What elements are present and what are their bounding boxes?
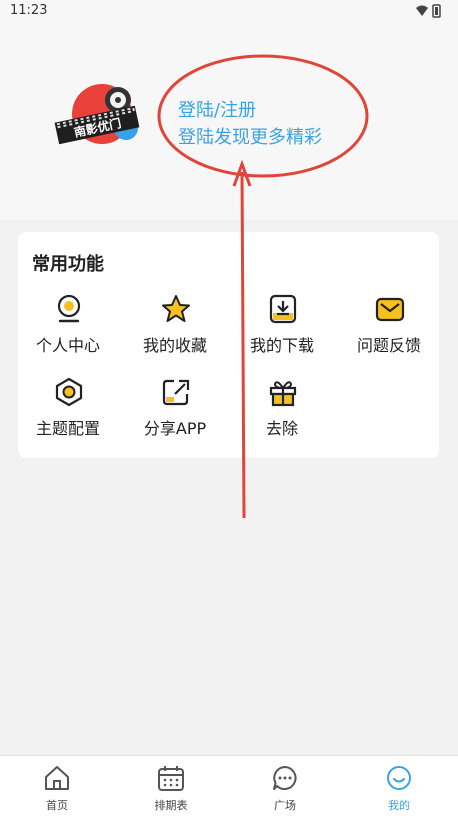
- tab-label: 首页: [46, 799, 68, 812]
- tab-square[interactable]: 广场: [228, 756, 342, 816]
- gift-icon: [269, 381, 297, 407]
- calendar-icon: [158, 766, 184, 791]
- theme-hexagon-icon: [55, 377, 83, 407]
- function-my-downloads[interactable]: 我的下载: [232, 294, 332, 358]
- common-functions-card: 常用功能 个人中心 我的收藏 我的下载 问题反馈 主题配置 分享APP 去除: [18, 232, 439, 458]
- tab-label: 排期表: [154, 799, 188, 812]
- function-label: 个人中心: [35, 336, 100, 355]
- function-label: 主题配置: [35, 419, 100, 438]
- download-icon: [269, 294, 297, 324]
- chat-icon: [273, 766, 297, 790]
- function-label: 去除: [265, 419, 298, 438]
- function-label: 我的收藏: [142, 336, 207, 355]
- tab-label: 广场: [274, 799, 296, 812]
- tab-schedule[interactable]: 排期表: [114, 756, 228, 816]
- bottom-tab-bar: 首页 排期表 广场 我的: [0, 755, 458, 816]
- app-logo: 南影优门: [54, 84, 140, 145]
- status-bar: 11:23: [0, 0, 458, 22]
- star-icon: [162, 295, 190, 322]
- function-my-favorites[interactable]: 我的收藏: [125, 294, 225, 358]
- share-icon: [162, 379, 190, 406]
- status-time: 11:23: [10, 3, 48, 18]
- card-title: 常用功能: [32, 254, 104, 275]
- person-icon: [57, 294, 81, 323]
- smile-icon: [387, 766, 411, 790]
- tab-label: 我的: [388, 799, 410, 812]
- home-icon: [45, 766, 69, 790]
- function-label: 分享APP: [143, 419, 207, 438]
- function-feedback[interactable]: 问题反馈: [339, 294, 439, 358]
- login-register-link[interactable]: 登陆/注册: [178, 96, 256, 122]
- function-share-app[interactable]: 分享APP: [125, 377, 225, 441]
- mail-icon: [375, 297, 405, 322]
- function-label: 问题反馈: [356, 336, 421, 355]
- status-icons: [416, 4, 441, 18]
- login-subtitle[interactable]: 登陆发现更多精彩: [178, 123, 322, 149]
- function-label: 我的下载: [249, 336, 314, 355]
- function-theme-config[interactable]: 主题配置: [18, 377, 118, 441]
- tab-home[interactable]: 首页: [0, 756, 114, 816]
- tab-mine[interactable]: 我的: [342, 756, 456, 816]
- function-personal-center[interactable]: 个人中心: [18, 294, 118, 358]
- wifi-icon: [416, 5, 428, 16]
- function-remove[interactable]: 去除: [232, 377, 332, 441]
